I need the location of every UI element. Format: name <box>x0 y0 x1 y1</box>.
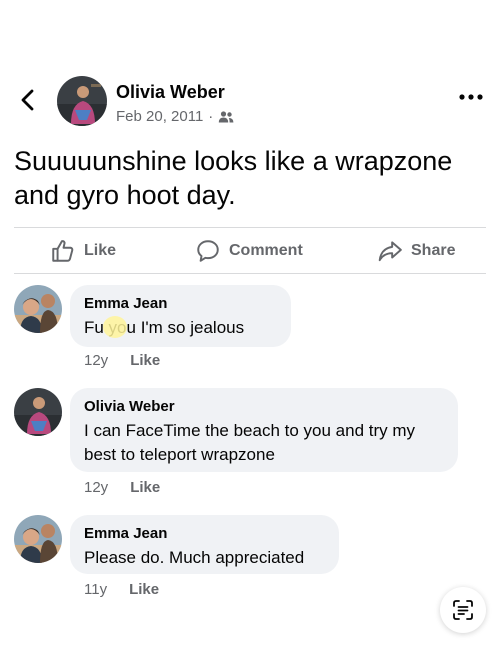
text-scan-icon <box>453 600 473 620</box>
comment-text: Please do. Much appreciated <box>84 548 305 567</box>
text-scan-button[interactable] <box>440 587 486 633</box>
comment-like-button[interactable]: Like <box>129 581 159 598</box>
comment-bubble[interactable]: Olivia Weber I can FaceTime the beach to… <box>70 388 458 472</box>
sticker-overlay <box>103 316 127 338</box>
share-button[interactable]: Share <box>377 229 455 273</box>
post-meta: Feb 20, 2011 · <box>116 108 234 125</box>
comment-button[interactable]: Comment <box>195 229 303 273</box>
author-name[interactable]: Olivia Weber <box>116 82 225 103</box>
commenter-avatar[interactable] <box>14 285 62 333</box>
post-text: Suuuuunshine looks like a wrapzone and g… <box>14 146 453 210</box>
author-avatar[interactable] <box>57 76 107 126</box>
comment-author[interactable]: Olivia Weber <box>84 398 444 416</box>
like-label: Like <box>84 242 117 259</box>
commenter-avatar[interactable] <box>14 515 62 563</box>
comment-bubble[interactable]: Emma Jean Fu you I'm so jealous <box>70 285 291 347</box>
comment-like-button[interactable]: Like <box>130 479 160 496</box>
comment-text: I can FaceTime the beach to you and try … <box>84 421 416 464</box>
comment-meta: 12y Like <box>84 352 160 369</box>
comment-icon <box>197 240 219 262</box>
comment-author[interactable]: Emma Jean <box>84 295 277 313</box>
comment-label: Comment <box>229 242 303 259</box>
commenter-avatar[interactable] <box>14 388 62 436</box>
thumbs-up-icon <box>52 240 74 262</box>
comment-bubble[interactable]: Emma Jean Please do. Much appreciated <box>70 515 339 574</box>
chevron-left-icon[interactable] <box>16 88 40 112</box>
share-icon <box>378 241 402 262</box>
meta-separator: · <box>208 108 214 125</box>
comment-like-button[interactable]: Like <box>130 352 160 369</box>
more-horizontal-icon[interactable] <box>458 92 484 102</box>
action-bar: Like Comment Share <box>0 229 500 273</box>
share-label: Share <box>411 242 456 259</box>
comment-meta: 12y Like <box>84 479 160 496</box>
divider-top <box>14 227 486 228</box>
comment-age: 12y <box>84 479 109 496</box>
comment-age: 11y <box>84 581 108 598</box>
comment-age: 12y <box>84 352 109 369</box>
post-date[interactable]: Feb 20, 2011 <box>116 108 203 125</box>
like-button[interactable]: Like <box>50 229 116 273</box>
comment-meta: 11y Like <box>84 581 159 598</box>
comment-author[interactable]: Emma Jean <box>84 525 325 543</box>
divider-bottom <box>14 273 486 274</box>
post-header: Olivia Weber Feb 20, 2011 · <box>0 70 500 132</box>
friends-icon <box>219 110 234 122</box>
